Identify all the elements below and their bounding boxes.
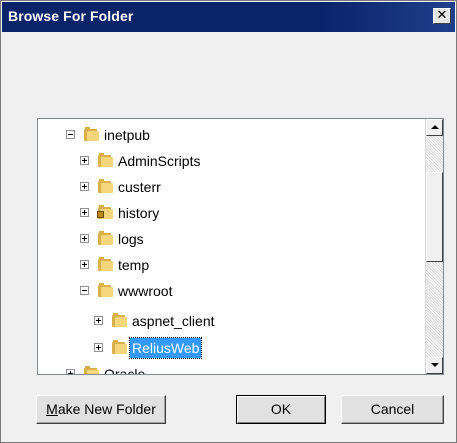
tree-item-label: inetpub bbox=[104, 127, 150, 143]
expand-icon[interactable] bbox=[94, 316, 103, 325]
dialog-title: Browse For Folder bbox=[8, 8, 134, 24]
expand-icon[interactable] bbox=[66, 369, 75, 374]
expand-icon[interactable] bbox=[80, 260, 89, 269]
tree-item-label: logs bbox=[118, 231, 144, 247]
vertical-scrollbar[interactable] bbox=[425, 119, 443, 374]
expand-icon[interactable] bbox=[80, 156, 89, 165]
folder-icon bbox=[98, 179, 113, 193]
tree-item-label-selected: ReliusWeb bbox=[128, 337, 203, 359]
collapse-icon[interactable] bbox=[80, 286, 89, 295]
folder-tree-list: inetpub AdminScripts custerr history log… bbox=[38, 119, 425, 374]
folder-icon bbox=[84, 127, 99, 141]
cancel-button[interactable]: Cancel bbox=[341, 395, 444, 424]
mnemonic-letter: M bbox=[46, 401, 58, 417]
folder-icon bbox=[98, 231, 113, 245]
locked-folder-icon bbox=[97, 205, 113, 219]
expand-icon[interactable] bbox=[80, 234, 89, 243]
scroll-up-button[interactable] bbox=[426, 119, 443, 136]
make-new-folder-button[interactable]: Make New Folder bbox=[36, 395, 166, 424]
folder-icon bbox=[84, 366, 99, 374]
tree-item-label: temp bbox=[118, 257, 150, 273]
ok-label: OK bbox=[270, 401, 292, 417]
folder-icon bbox=[112, 340, 127, 354]
tree-item-label: AdminScripts bbox=[118, 153, 201, 169]
make-new-folder-label: ake New Folder bbox=[57, 401, 156, 417]
folder-tree[interactable]: inetpub AdminScripts custerr history log… bbox=[37, 118, 444, 375]
folder-icon bbox=[98, 153, 113, 167]
tree-item-label: aspnet_client bbox=[132, 313, 215, 329]
arrow-down-icon bbox=[431, 363, 439, 367]
scrollbar-thumb[interactable] bbox=[426, 172, 443, 262]
tree-item-label: history bbox=[118, 205, 160, 221]
close-button[interactable]: ✕ bbox=[433, 8, 451, 24]
tree-item-label: Oracle bbox=[104, 366, 146, 375]
ok-button[interactable]: OK bbox=[236, 395, 326, 424]
folder-icon bbox=[98, 257, 113, 271]
tree-item-label: wwwroot bbox=[118, 283, 173, 299]
expand-icon[interactable] bbox=[80, 182, 89, 191]
title-bar[interactable]: Browse For Folder ✕ bbox=[2, 2, 455, 32]
folder-icon bbox=[98, 283, 113, 297]
expand-icon[interactable] bbox=[94, 343, 103, 352]
expand-icon[interactable] bbox=[80, 208, 89, 217]
collapse-icon[interactable] bbox=[66, 130, 75, 139]
arrow-up-icon bbox=[431, 125, 439, 129]
scroll-down-button[interactable] bbox=[426, 357, 443, 374]
tree-item-label: custerr bbox=[118, 179, 161, 195]
browse-for-folder-dialog: Browse For Folder ✕ inetpub AdminScripts bbox=[0, 0, 457, 443]
cancel-label: Cancel bbox=[370, 401, 415, 417]
close-icon: ✕ bbox=[436, 8, 448, 23]
folder-icon bbox=[112, 313, 127, 327]
